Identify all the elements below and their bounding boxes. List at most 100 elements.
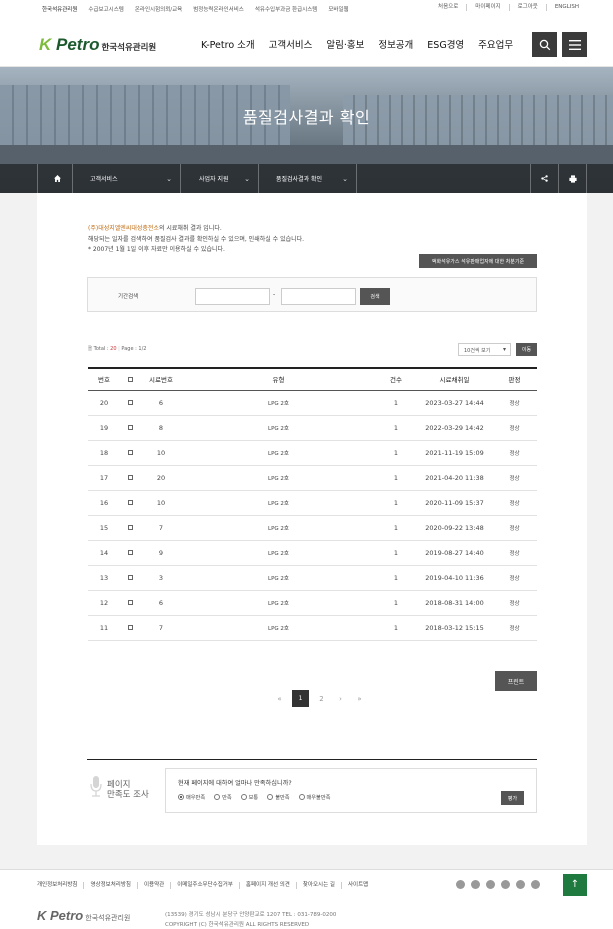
utility-link[interactable]: 수급보고시스템 — [88, 5, 123, 13]
utility-link[interactable]: 한국석유관리원 — [42, 5, 77, 13]
radio-button[interactable] — [240, 794, 247, 800]
footer-link[interactable]: 영상정보처리방침 — [83, 882, 136, 889]
footer-link[interactable]: 이메일주소무단수집거부 — [170, 882, 239, 889]
main-menu-item[interactable]: ESG경영 — [427, 37, 464, 51]
radio-button[interactable] — [267, 794, 274, 800]
last-page-button[interactable]: » — [350, 695, 369, 703]
satisfaction-option[interactable]: 만족 — [214, 794, 232, 801]
menu-button[interactable] — [562, 32, 587, 57]
location-depth3[interactable]: 품질검사결과 확인 ⌄ — [258, 164, 357, 193]
table-row[interactable]: 18 10 LPG 2호 1 2021-11-19 15:09 정상 — [88, 440, 537, 465]
row-checkbox-cell[interactable] — [120, 615, 140, 640]
col-checkbox[interactable] — [120, 368, 140, 390]
table-row[interactable]: 16 10 LPG 2호 1 2020-11-09 15:37 정상 — [88, 490, 537, 515]
row-type: LPG 2호 — [268, 600, 289, 607]
row-checkbox-cell[interactable] — [120, 590, 140, 615]
radio-button[interactable] — [178, 794, 184, 800]
home-button[interactable] — [37, 164, 72, 193]
footer-link[interactable]: 이용약관 — [136, 882, 170, 889]
main-menu-item[interactable]: K-Petro 소개 — [201, 37, 255, 51]
search-button[interactable] — [532, 32, 557, 57]
row-checkbox[interactable] — [127, 500, 133, 505]
table-row[interactable]: 11 7 LPG 2호 1 2018-03-12 15:15 정상 — [88, 615, 537, 640]
first-page-button[interactable]: « — [270, 695, 289, 703]
table-row[interactable]: 20 6 LPG 2호 1 2023-03-27 14:44 정상 — [88, 390, 537, 415]
scroll-top-button[interactable]: ↑ — [563, 874, 587, 896]
row-checkbox-cell[interactable] — [120, 565, 140, 590]
site-logo[interactable]: K Petro 한국석유관리원 — [39, 35, 156, 55]
table-row[interactable]: 12 6 LPG 2호 1 2018-08-31 14:00 정상 — [88, 590, 537, 615]
row-checkbox[interactable] — [127, 475, 133, 480]
kakao-icon[interactable] — [501, 880, 510, 889]
instagram-story-icon[interactable] — [471, 880, 480, 889]
radio-button[interactable] — [298, 794, 305, 800]
row-checkbox-cell[interactable] — [120, 390, 140, 415]
next-page-button[interactable]: › — [331, 695, 350, 703]
page-2-button[interactable]: 2 — [312, 695, 331, 703]
move-button[interactable]: 이동 — [516, 343, 537, 356]
row-checkbox-cell[interactable] — [120, 440, 140, 465]
table-row[interactable]: 14 9 LPG 2호 1 2019-08-27 14:40 정상 — [88, 540, 537, 565]
row-checkbox[interactable] — [127, 600, 133, 605]
facebook-icon[interactable] — [486, 880, 495, 889]
radio-button[interactable] — [214, 794, 221, 800]
row-sample-number: 6 — [158, 598, 164, 607]
row-checkbox[interactable] — [127, 625, 133, 630]
search-submit-button[interactable]: 검색 — [360, 288, 390, 305]
row-checkbox[interactable] — [127, 525, 133, 530]
row-checkbox-cell[interactable] — [120, 465, 140, 490]
location-depth1[interactable]: 고객서비스 ⌄ — [72, 164, 180, 193]
criteria-button[interactable]: 액화석유가스 석유판매업자에 대한 처분기준 — [419, 254, 537, 268]
footer-link[interactable]: 개인정보처리방침 — [37, 882, 83, 889]
blog-icon[interactable] — [456, 880, 465, 889]
print-button[interactable]: 프린트 — [495, 671, 537, 691]
row-checkbox-cell[interactable] — [120, 415, 140, 440]
print-page-button[interactable] — [558, 164, 587, 193]
footer-link[interactable]: 사이트맵 — [340, 882, 374, 889]
per-page-select[interactable]: 10건씩 보기 ▾ — [458, 343, 511, 356]
row-checkbox-cell[interactable] — [120, 515, 140, 540]
row-checkbox[interactable] — [127, 550, 133, 555]
row-checkbox[interactable] — [127, 425, 133, 430]
main-menu-item[interactable]: 고객서비스 — [269, 37, 313, 51]
period-search-label: 기간검색 — [118, 294, 139, 300]
utility-link[interactable]: 온라인시험의뢰/교육 — [135, 5, 182, 13]
select-all-checkbox[interactable] — [127, 376, 133, 382]
satisfaction-option[interactable]: 보통 — [240, 794, 258, 801]
main-menu-item[interactable]: 정보공개 — [378, 37, 413, 51]
footer-link[interactable]: 홈페이지 개선 의견 — [238, 882, 296, 889]
row-checkbox[interactable] — [127, 450, 133, 455]
share-button[interactable] — [530, 164, 558, 193]
table-row[interactable]: 17 20 LPG 2호 1 2021-04-20 11:38 정상 — [88, 465, 537, 490]
utility-link[interactable]: 모바일웹 — [328, 5, 348, 13]
row-checkbox[interactable] — [127, 400, 133, 405]
row-checkbox[interactable] — [127, 575, 133, 580]
row-number: 12 — [99, 598, 109, 607]
utility-right-link[interactable]: ENGLISH — [545, 4, 587, 11]
table-row[interactable]: 15 7 LPG 2호 1 2020-09-22 13:48 정상 — [88, 515, 537, 540]
end-date-input[interactable] — [281, 288, 356, 305]
page-1-button[interactable]: 1 — [292, 690, 309, 707]
col-count: 건수 — [390, 376, 402, 385]
utility-link[interactable]: 석유수입부과금 환급시스템 — [255, 5, 317, 13]
footer-link[interactable]: 찾아오시는 길 — [295, 882, 341, 889]
utility-right-link[interactable]: 로그아웃 — [508, 4, 546, 11]
satisfaction-option[interactable]: 매우만족 — [178, 794, 205, 801]
utility-link[interactable]: 범정능력온라인서비스 — [193, 5, 244, 13]
instagram-icon[interactable] — [516, 880, 525, 889]
main-menu-item[interactable]: 주요업무 — [478, 37, 513, 51]
table-row[interactable]: 19 8 LPG 2호 1 2022-03-29 14:42 정상 — [88, 415, 537, 440]
satisfaction-option[interactable]: 불만족 — [267, 794, 290, 801]
row-checkbox-cell[interactable] — [120, 540, 140, 565]
table-row[interactable]: 13 3 LPG 2호 1 2019-04-10 11:36 정상 — [88, 565, 537, 590]
main-menu-item[interactable]: 알림·홍보 — [326, 37, 364, 51]
utility-right-link[interactable]: 처음으로 — [430, 4, 466, 11]
start-date-input[interactable] — [195, 288, 270, 305]
location-depth2[interactable]: 사업자 지원 ⌄ — [180, 164, 258, 193]
satisfaction-question: 현재 페이지에 대하여 얼마나 만족하십니까? — [178, 780, 292, 787]
satisfaction-option[interactable]: 매우불만족 — [298, 794, 330, 801]
submit-rating-button[interactable]: 평가 — [501, 791, 524, 805]
utility-right-link[interactable]: 마이페이지 — [466, 4, 508, 11]
youtube-icon[interactable] — [531, 880, 540, 889]
row-checkbox-cell[interactable] — [120, 490, 140, 515]
